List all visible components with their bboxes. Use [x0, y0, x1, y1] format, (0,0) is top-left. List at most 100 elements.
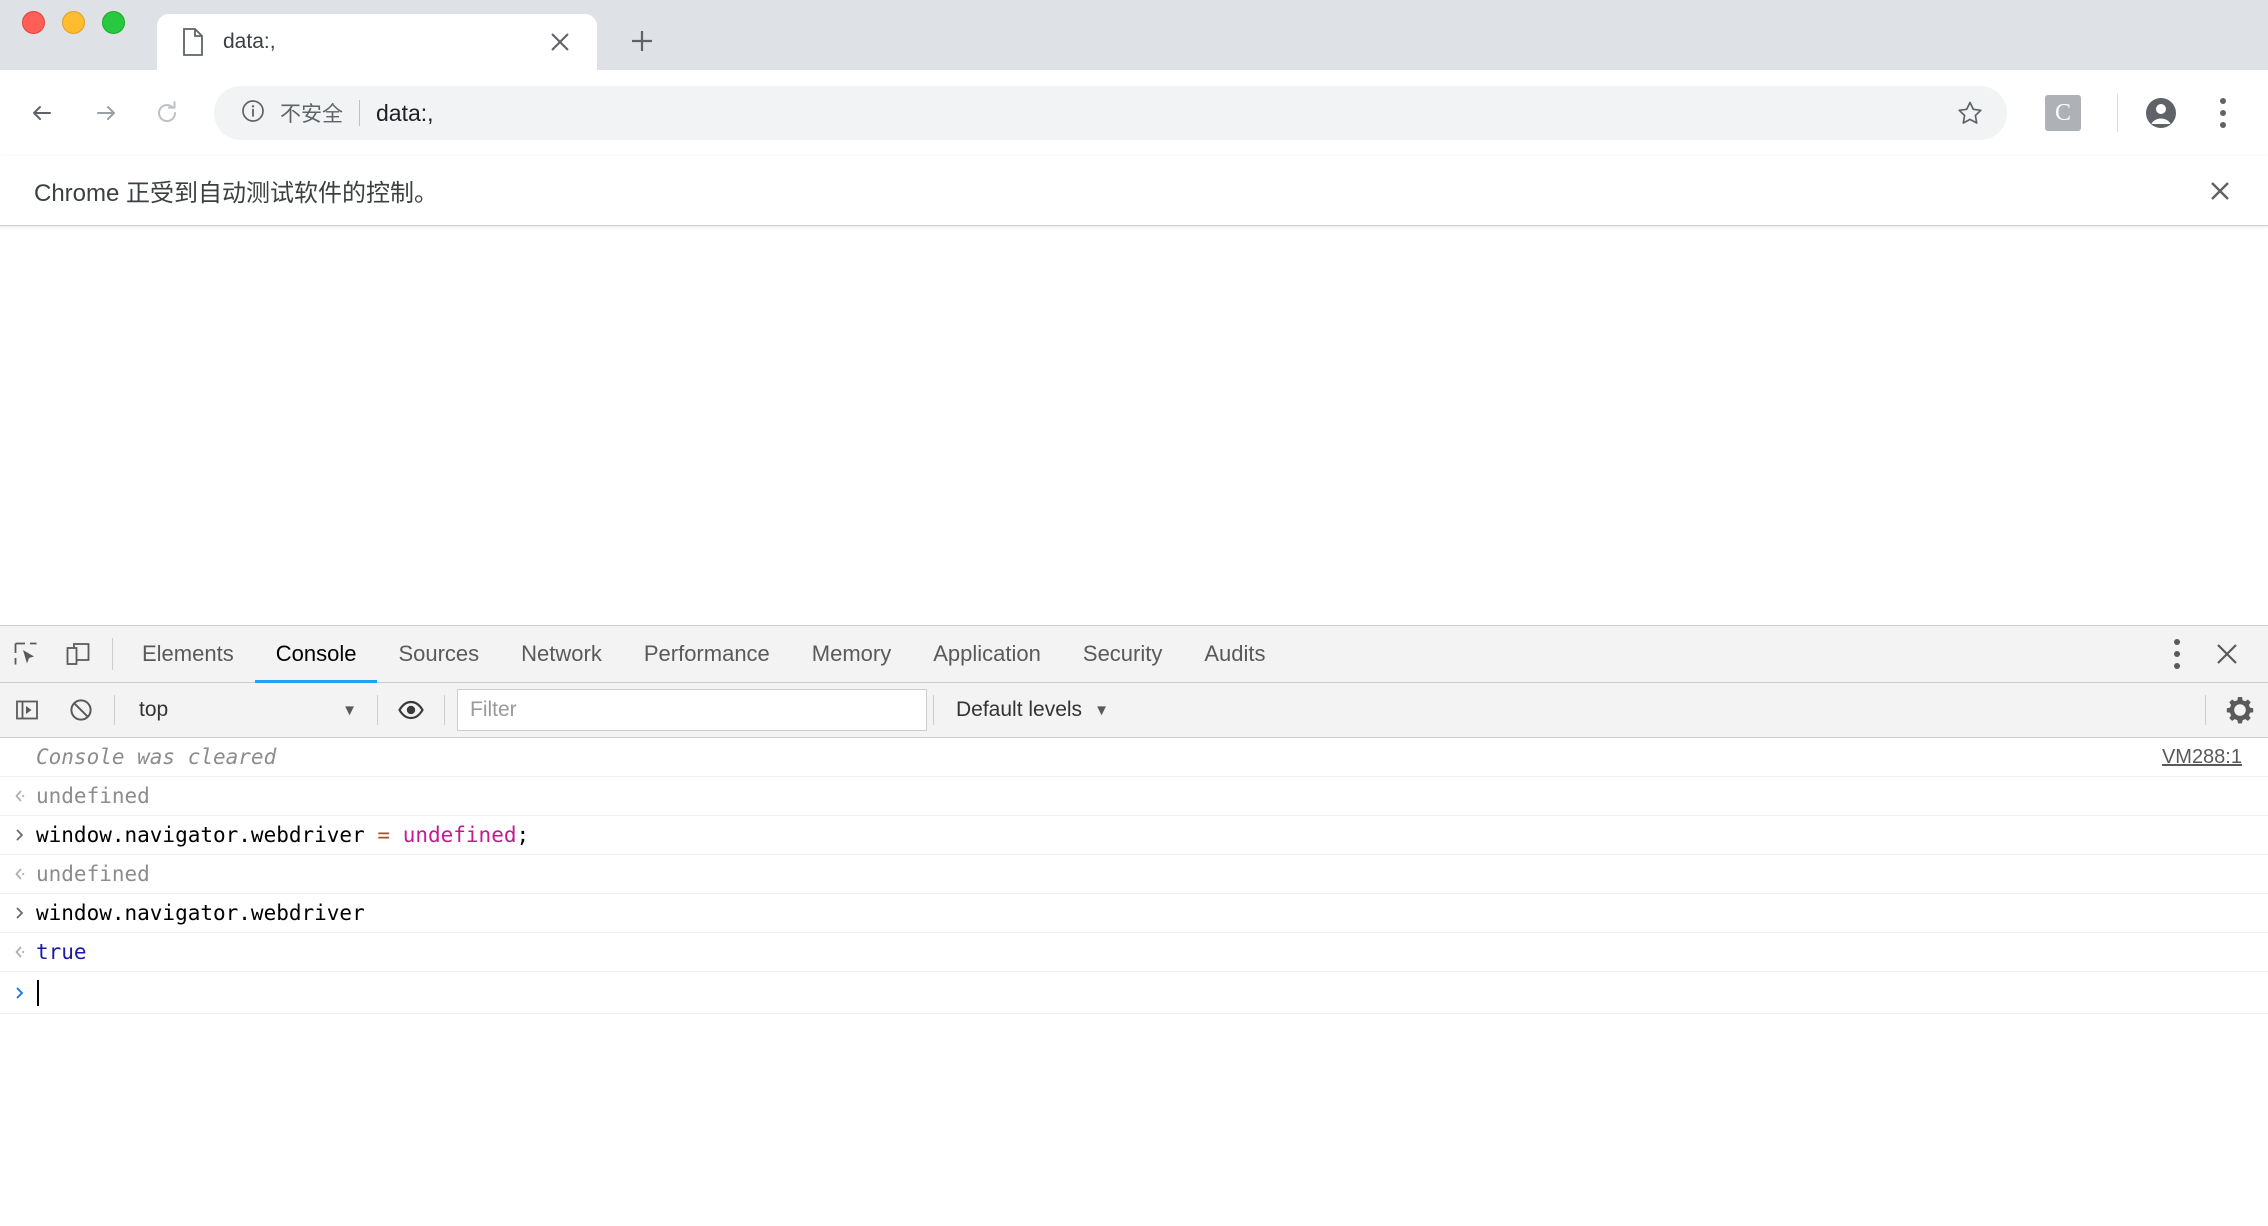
filterbar-divider	[933, 695, 934, 725]
tab-console[interactable]: Console	[254, 626, 378, 683]
expr-part-identifier: window.navigator.webdriver	[36, 823, 378, 847]
window-maximize-button[interactable]	[102, 10, 125, 34]
live-expression-eye-icon[interactable]	[384, 683, 438, 737]
console-row-input: window.navigator.webdriver = undefined;	[0, 816, 2268, 855]
levels-label: Default levels	[956, 698, 1083, 721]
tab-label: Elements	[142, 641, 234, 666]
menu-dot	[2174, 639, 2180, 645]
tab-label: Performance	[643, 641, 770, 666]
filterbar-divider	[444, 695, 445, 725]
menu-dot	[2220, 110, 2226, 116]
automation-message: Chrome 正受到自动测试软件的控制。	[34, 180, 439, 207]
tab-label: Security	[1082, 641, 1163, 666]
console-message: Console was cleared	[36, 745, 277, 769]
tab-network[interactable]: Network	[500, 626, 623, 682]
devtools-tab-bar: Elements Console Sources Network Perform…	[0, 626, 2268, 683]
extension-icon[interactable]: C	[2045, 95, 2081, 131]
devtools-more-button[interactable]	[2154, 626, 2200, 682]
inspect-element-icon[interactable]	[0, 626, 52, 682]
profile-avatar[interactable]	[2136, 88, 2186, 138]
source-link[interactable]: VM288:1	[2142, 746, 2242, 769]
devtools-tabs: Elements Console Sources Network Perform…	[121, 626, 2137, 683]
expr-part-operator: =	[377, 823, 391, 847]
tab-elements[interactable]: Elements	[121, 626, 255, 682]
filterbar-divider	[377, 695, 378, 725]
device-toolbar-icon[interactable]	[52, 626, 104, 682]
filterbar-divider	[114, 695, 115, 725]
url-text: data:,	[376, 99, 434, 126]
menu-dot	[2174, 651, 2180, 657]
menu-dot	[2220, 122, 2226, 128]
back-button[interactable]	[14, 84, 72, 142]
tab-close-button[interactable]	[545, 27, 575, 57]
gear-icon[interactable]	[2212, 683, 2268, 737]
chevron-down-icon: ▼	[1094, 701, 1109, 719]
tab-label: Audits	[1204, 641, 1266, 666]
expr-part-punctuation: ;	[516, 823, 530, 847]
browser-menu-button[interactable]	[2200, 86, 2246, 140]
console-filter-input-wrap[interactable]	[457, 689, 927, 731]
console-sidebar-icon[interactable]	[0, 683, 54, 737]
output-arrow-icon	[10, 866, 36, 882]
chevron-down-icon: ▼	[342, 701, 357, 719]
tab-audits[interactable]: Audits	[1183, 626, 1286, 682]
devtools-tabbar-actions	[2137, 626, 2268, 682]
reload-button[interactable]	[138, 84, 196, 142]
tab-label: Sources	[398, 641, 480, 666]
window-close-button[interactable]	[22, 10, 45, 34]
browser-tab[interactable]: data:,	[157, 14, 597, 70]
menu-dot	[2174, 663, 2180, 669]
infobar-close-button[interactable]	[2198, 169, 2242, 213]
clear-console-icon[interactable]	[54, 683, 108, 737]
console-levels-selector[interactable]: Default levels ▼	[940, 698, 1125, 722]
info-circle-icon	[240, 98, 266, 129]
console-result: true	[36, 940, 87, 964]
output-arrow-icon	[10, 944, 36, 960]
expr-part-keyword: undefined	[402, 823, 517, 847]
console-prompt-row[interactable]	[0, 972, 2268, 1014]
console-row-output: undefined	[0, 855, 2268, 894]
window-controls	[22, 0, 125, 70]
tab-label: Network	[521, 641, 602, 666]
devtools-toolbar-divider	[112, 638, 113, 670]
console-expression: window.navigator.webdriver	[36, 901, 365, 925]
tab-label: Application	[933, 641, 1041, 666]
omnibox-divider	[359, 100, 360, 126]
input-chevron-icon	[10, 827, 36, 843]
console-result: undefined	[36, 784, 150, 808]
context-value: top	[139, 698, 169, 721]
automation-infobar: Chrome 正受到自动测试软件的控制。	[0, 156, 2268, 226]
output-arrow-icon	[10, 788, 36, 804]
browser-toolbar: 不安全 data:, C	[0, 70, 2268, 156]
console-log[interactable]: Console was cleared VM288:1 undefined wi…	[0, 738, 2268, 1226]
console-row-output: undefined	[0, 777, 2268, 816]
console-row-output: true	[0, 933, 2268, 972]
menu-dot	[2220, 98, 2226, 104]
tab-performance[interactable]: Performance	[623, 626, 791, 682]
console-row-cleared: Console was cleared VM288:1	[0, 738, 2268, 777]
tab-strip: data:,	[0, 0, 2268, 70]
tab-memory[interactable]: Memory	[791, 626, 912, 682]
tab-title: data:,	[223, 30, 276, 53]
bookmark-star-icon[interactable]	[1947, 90, 1993, 136]
console-expression: window.navigator.webdriver = undefined;	[36, 816, 2242, 854]
devtools-close-button[interactable]	[2200, 626, 2254, 682]
console-result: undefined	[36, 862, 150, 886]
console-filter-bar: top ▼ Default levels ▼	[0, 683, 2268, 738]
filter-input[interactable]	[470, 698, 914, 722]
window-minimize-button[interactable]	[62, 10, 85, 34]
tab-security[interactable]: Security	[1062, 626, 1183, 682]
page-viewport	[0, 226, 2268, 625]
tab-label: Memory	[811, 641, 892, 666]
text-cursor	[37, 979, 39, 1006]
tab-sources[interactable]: Sources	[377, 626, 500, 682]
expr-part-space	[390, 823, 403, 847]
console-context-selector[interactable]: top ▼	[121, 690, 371, 730]
site-security-indicator[interactable]: 不安全	[240, 98, 343, 129]
forward-button[interactable]	[76, 84, 134, 142]
new-tab-button[interactable]	[619, 18, 665, 64]
console-row-input: window.navigator.webdriver	[0, 894, 2268, 933]
address-bar[interactable]: 不安全 data:,	[214, 86, 2007, 140]
tab-application[interactable]: Application	[912, 626, 1062, 682]
input-chevron-icon	[10, 985, 36, 1001]
